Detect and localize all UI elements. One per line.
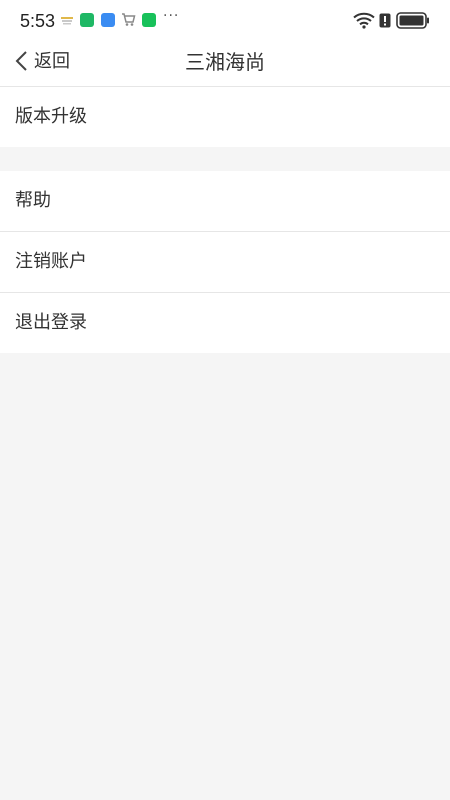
wechat-notification-icon (142, 13, 156, 27)
battery-icon (396, 12, 429, 29)
more-notifications-indicator: ··· (163, 8, 180, 24)
wifi-icon (353, 12, 375, 29)
back-label: 返回 (34, 51, 70, 72)
cart-notification-icon (122, 13, 136, 26)
status-bar: 5:53 ··· (0, 0, 450, 40)
nav-bar: 返回 三湘海尚 (0, 40, 450, 87)
status-time: 5:53 (20, 11, 56, 31)
menu-item-label: 版本升级 (15, 106, 87, 127)
menu-item-delete-account[interactable]: 注销账户 (0, 231, 450, 292)
menu-item-help[interactable]: 帮助 (0, 171, 450, 231)
menu-item-label: 注销账户 (15, 251, 87, 272)
green-app-notification-icon (80, 13, 94, 27)
alert-icon (379, 13, 391, 28)
menu-group-update: 版本升级 (0, 87, 450, 147)
back-button[interactable]: 返回 (10, 40, 90, 86)
chevron-left-icon (15, 51, 27, 71)
weather-notification-icon (61, 17, 73, 25)
menu-item-label: 退出登录 (15, 312, 87, 333)
blue-app-notification-icon (101, 13, 115, 27)
menu-item-logout[interactable]: 退出登录 (0, 292, 450, 353)
menu-item-version-upgrade[interactable]: 版本升级 (0, 87, 450, 147)
menu-group-account: 帮助 注销账户 退出登录 (0, 171, 450, 353)
menu-item-label: 帮助 (15, 190, 51, 211)
